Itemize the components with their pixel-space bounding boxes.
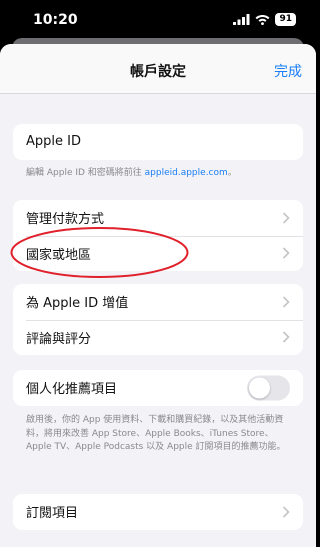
add-funds-row[interactable]: 為 Apple ID 增值 bbox=[13, 284, 303, 320]
personalized-recommendations-row: 個人化推薦項目 bbox=[13, 370, 303, 406]
page-title: 帳戶設定 bbox=[130, 64, 186, 80]
country-region-row[interactable]: 國家或地區 bbox=[13, 235, 303, 272]
personalized-recommendations-toggle[interactable] bbox=[247, 375, 290, 401]
nav-bar: 帳戶設定 完成 bbox=[0, 44, 316, 94]
personalized-recommendations-label: 個人化推薦項目 bbox=[26, 382, 118, 398]
add-funds-label: 為 Apple ID 增值 bbox=[26, 296, 129, 312]
chevron-right-icon bbox=[282, 212, 290, 224]
toggle-knob bbox=[249, 377, 270, 399]
status-time: 10:20 bbox=[33, 12, 78, 28]
chevron-right-icon bbox=[282, 296, 290, 308]
country-region-label: 國家或地區 bbox=[26, 247, 92, 263]
manage-payment-label: 管理付款方式 bbox=[26, 212, 105, 228]
apple-id-note-text: 編輯 Apple ID 和密碼將前往 bbox=[26, 168, 145, 178]
apple-id-note: 編輯 Apple ID 和密碼將前往 appleid.apple.com。 bbox=[26, 167, 294, 181]
appleid-link[interactable]: appleid.apple.com bbox=[145, 168, 228, 178]
chevron-right-icon bbox=[282, 506, 290, 518]
subscriptions-row[interactable]: 訂閱項目 bbox=[13, 494, 303, 530]
ratings-reviews-row[interactable]: 評論與評分 bbox=[13, 319, 303, 356]
apple-id-note-suffix: 。 bbox=[227, 168, 237, 178]
chevron-right-icon bbox=[282, 331, 290, 343]
status-bar: 10:20 91 bbox=[0, 0, 316, 40]
personalization-group: 個人化推薦項目 bbox=[13, 370, 303, 406]
chevron-right-icon bbox=[282, 247, 290, 259]
manage-payment-row[interactable]: 管理付款方式 bbox=[13, 200, 303, 236]
status-icons: 91 bbox=[233, 13, 296, 26]
personalization-note: 啟用後，你的 App 使用資料、下載和購買紀錄，以及其他活動資料，將用來改善 A… bbox=[26, 415, 286, 452]
credit-group: 為 Apple ID 增值 評論與評分 bbox=[13, 284, 303, 355]
wifi-icon bbox=[255, 15, 270, 25]
apple-id-row[interactable]: Apple ID bbox=[13, 124, 303, 160]
done-button[interactable]: 完成 bbox=[274, 61, 302, 81]
subscriptions-label: 訂閱項目 bbox=[26, 506, 79, 522]
payment-group: 管理付款方式 國家或地區 bbox=[13, 200, 303, 271]
apple-id-label: Apple ID bbox=[26, 134, 81, 150]
signal-icon bbox=[233, 14, 250, 25]
ratings-reviews-label: 評論與評分 bbox=[26, 331, 92, 347]
apple-id-group: Apple ID bbox=[13, 124, 303, 160]
subscriptions-group: 訂閱項目 bbox=[13, 494, 303, 530]
battery-indicator: 91 bbox=[275, 13, 296, 26]
account-settings-sheet: 帳戶設定 完成 Apple ID 編輯 Apple ID 和密碼將前往 appl… bbox=[0, 44, 316, 547]
